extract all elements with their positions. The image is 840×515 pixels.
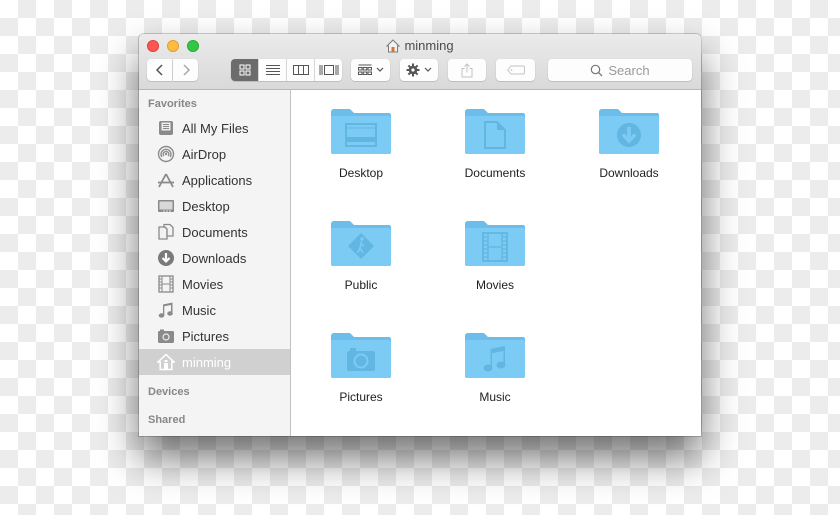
folder-label: Public (344, 278, 378, 292)
icon-view-button[interactable] (231, 59, 259, 81)
documents-icon (156, 222, 176, 242)
sidebar-item-music[interactable]: Music (139, 297, 290, 323)
share-icon (461, 62, 473, 77)
chevron-down-icon (424, 67, 432, 72)
share-button[interactable] (448, 59, 486, 81)
sidebar-item-label: Music (182, 302, 216, 318)
sidebar-item-documents[interactable]: Documents (139, 219, 290, 245)
folder-item-documents[interactable]: Documents (440, 94, 550, 190)
sidebar-item-label: Downloads (182, 250, 247, 266)
view-mode-selector (231, 59, 342, 81)
airdrop-icon (156, 144, 176, 164)
sidebar-item-pictures[interactable]: Pictures (139, 323, 290, 349)
file-icon-grid: Desktop Documents Downloads Public Movie… (292, 90, 701, 436)
sidebar-item-desktop[interactable]: Desktop (139, 193, 290, 219)
folder-item-downloads[interactable]: Downloads (574, 94, 684, 190)
chevron-left-icon (155, 64, 163, 76)
cover-flow-icon (319, 65, 338, 75)
titlebar: minming Search (139, 34, 701, 90)
list-icon (265, 65, 280, 75)
folder-label: Pictures (339, 390, 383, 404)
folder-item-pictures[interactable]: Pictures (306, 318, 416, 414)
tag-icon (506, 65, 525, 75)
sidebar-item-label: Pictures (182, 328, 229, 344)
folder-item-music[interactable]: Music (440, 318, 550, 414)
search-placeholder: Search (608, 62, 650, 78)
sidebar-item-label: AirDrop (182, 146, 227, 162)
list-view-button[interactable] (259, 59, 287, 81)
sidebar-item-label: Documents (182, 224, 248, 240)
column-view-button[interactable] (287, 59, 315, 81)
sidebar-item-movies[interactable]: Movies (139, 271, 290, 297)
all-files-icon (156, 118, 176, 138)
search-field[interactable]: Search (548, 59, 692, 81)
folder-label: Desktop (338, 166, 384, 180)
sidebar-item-downloads[interactable]: Downloads (139, 245, 290, 271)
public-folder-icon (331, 221, 391, 266)
favorites-heading: Favorites (148, 98, 197, 110)
action-button[interactable] (400, 59, 438, 81)
forward-button[interactable] (173, 59, 198, 81)
finder-window: minming Search Favorites All My Files Ai… (139, 34, 701, 436)
columns-icon (292, 65, 309, 75)
arrange-grid-icon (357, 64, 372, 75)
shared-heading[interactable]: Shared (148, 414, 185, 426)
home-icon (156, 352, 176, 372)
sidebar-item-label: Movies (182, 276, 224, 292)
folder-item-public[interactable]: Public (306, 206, 416, 302)
sidebar-item-label: All My Files (182, 120, 249, 136)
sidebar-item-label: Applications (182, 172, 253, 188)
folder-label: Documents (464, 166, 526, 180)
grid-icon (239, 64, 250, 76)
folder-item-desktop[interactable]: Desktop (306, 94, 416, 190)
arrange-button[interactable] (351, 59, 390, 81)
window-title-text: minming (404, 38, 454, 53)
sidebar-item-minming[interactable]: minming (139, 349, 290, 375)
pictures-folder-icon (331, 333, 391, 378)
window-title: minming (139, 38, 701, 53)
search-icon (591, 64, 603, 76)
chevron-down-icon (376, 67, 383, 72)
music-folder-icon (465, 333, 525, 378)
cover-flow-view-button[interactable] (315, 59, 342, 81)
gear-icon (406, 63, 420, 77)
folder-label: Music (479, 390, 511, 404)
tag-button[interactable] (496, 59, 535, 81)
desktop-icon (156, 196, 176, 216)
home-icon (386, 38, 401, 52)
music-icon (156, 300, 176, 320)
documents-folder-icon (465, 109, 525, 154)
sidebar-item-applications[interactable]: Applications (139, 167, 290, 193)
folder-label: Downloads (599, 166, 659, 180)
chevron-right-icon (182, 64, 190, 76)
desktop-folder-icon (331, 109, 391, 154)
movies-folder-icon (465, 221, 525, 266)
folder-label: Movies (475, 278, 514, 292)
downloads-folder-icon (599, 109, 659, 154)
pictures-icon (156, 326, 176, 346)
movies-icon (156, 274, 176, 294)
applications-icon (156, 170, 176, 190)
folder-item-movies[interactable]: Movies (440, 206, 550, 302)
sidebar-item-label: minming (182, 354, 232, 370)
sidebar-item-label: Desktop (182, 198, 230, 214)
back-button[interactable] (147, 59, 172, 81)
sidebar: Favorites All My Files AirDrop Applicati… (139, 90, 291, 436)
downloads-icon (156, 248, 176, 268)
devices-heading[interactable]: Devices (148, 386, 190, 398)
sidebar-item-all-my-files[interactable]: All My Files (139, 115, 290, 141)
sidebar-item-airdrop[interactable]: AirDrop (139, 141, 290, 167)
